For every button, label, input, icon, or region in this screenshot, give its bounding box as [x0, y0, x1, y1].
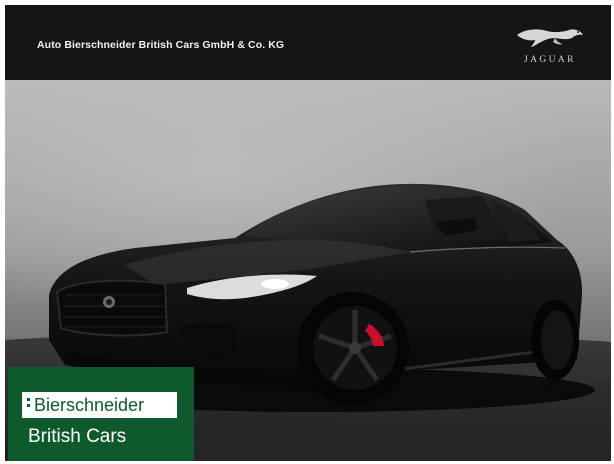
brand-wordmark: JAGUAR — [524, 55, 576, 65]
dealer-header-bar: Auto Bierschneider British Cars GmbH & C… — [5, 5, 611, 80]
logo-dots-icon — [27, 398, 31, 412]
dealer-logo-subtitle: British Cars — [28, 426, 127, 447]
jaguar-logo: JAGUAR — [509, 21, 591, 65]
dealer-logo-badge: Bierschneider British Cars — [8, 367, 194, 461]
listing-image-frame: Auto Bierschneider British Cars GmbH & C… — [5, 5, 611, 461]
dealer-logo-name: Bierschneider — [34, 395, 145, 415]
dealer-name: Auto Bierschneider British Cars GmbH & C… — [37, 39, 285, 51]
leaping-jaguar-icon — [517, 29, 583, 47]
dealer-logo-box: Bierschneider — [22, 392, 177, 418]
